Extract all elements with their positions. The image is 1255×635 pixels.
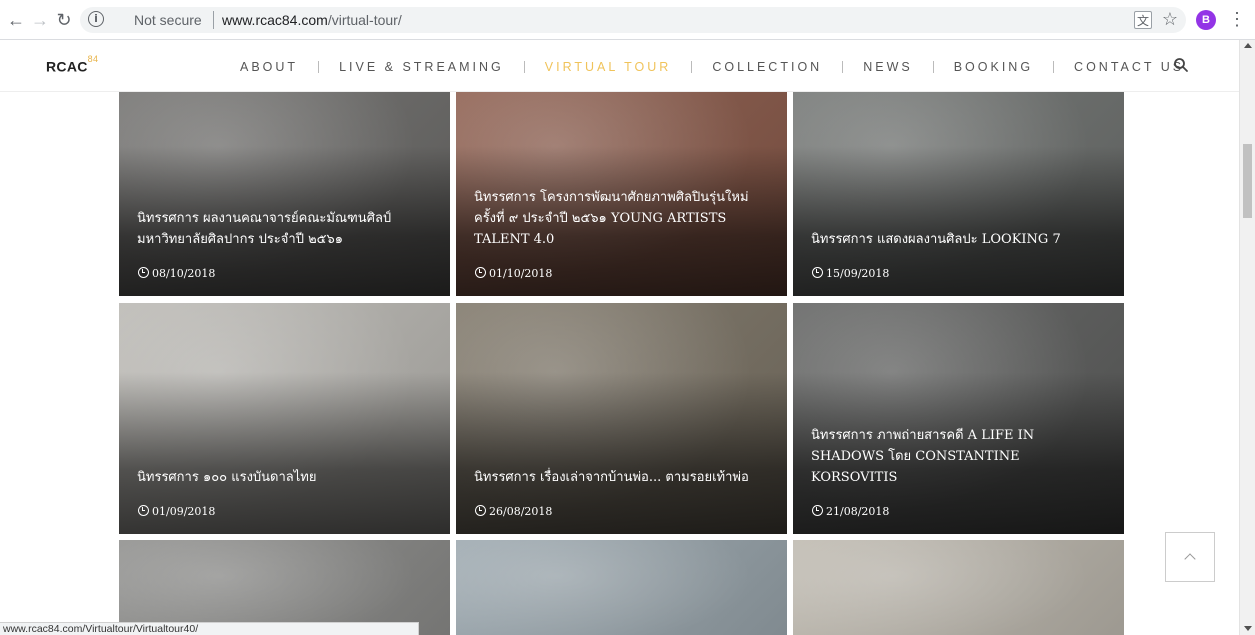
- omnibox-divider: [213, 11, 214, 29]
- card-title[interactable]: นิทรรศการ เรื่องเล่าจากบ้านพ่อ... ตามรอย…: [474, 467, 773, 488]
- back-to-top-button[interactable]: [1165, 532, 1215, 582]
- card-date: 08/10/2018: [138, 267, 215, 280]
- nav-divider: [842, 61, 844, 73]
- card-date: 15/09/2018: [812, 267, 889, 280]
- not-secure-label: Not secure: [134, 12, 202, 28]
- card-date: 26/08/2018: [475, 505, 552, 518]
- tour-card[interactable]: นิทรรศการ เรื่องเล่าจากบ้านพ่อ... ตามรอย…: [456, 303, 787, 534]
- card-title[interactable]: นิทรรศการ แสดงผลงานศิลปะ LOOKING 7: [811, 229, 1110, 250]
- nav-divider: [318, 61, 320, 73]
- address-bar[interactable]: i Not secure www.rcac84.com/virtual-tour…: [80, 7, 1186, 33]
- nav-divider: [932, 61, 934, 73]
- tour-card[interactable]: นิทรรศการ โครงการพัฒนาศักยภาพศิลปินรุ่นใ…: [456, 92, 787, 296]
- card-date: 01/09/2018: [138, 505, 215, 518]
- nav-item-about[interactable]: ABOUT: [240, 60, 298, 74]
- scroll-up-arrow-icon[interactable]: [1244, 43, 1252, 48]
- logo-text: RCAC: [46, 58, 88, 75]
- clock-icon: [138, 505, 149, 516]
- nav-item-collection[interactable]: COLLECTION: [712, 60, 822, 74]
- profile-avatar[interactable]: B: [1196, 10, 1216, 30]
- url-text[interactable]: www.rcac84.com/virtual-tour/: [222, 12, 402, 28]
- nav-item-news[interactable]: NEWS: [863, 60, 913, 74]
- card-date-text: 08/10/2018: [152, 267, 216, 280]
- tour-thumbnail: [793, 540, 1124, 635]
- card-date-text: 26/08/2018: [489, 505, 553, 518]
- tour-card[interactable]: [119, 540, 450, 635]
- card-date-text: 01/09/2018: [152, 505, 216, 518]
- nav-divider: [691, 61, 693, 73]
- scroll-down-arrow-icon[interactable]: [1244, 626, 1252, 631]
- chevron-up-icon: [1184, 553, 1196, 565]
- clock-icon: [812, 267, 823, 278]
- bookmark-star-icon[interactable]: ☆: [1162, 9, 1178, 30]
- clock-icon: [812, 505, 823, 516]
- page-scrollbar[interactable]: [1239, 40, 1255, 635]
- nav-item-virtual-tour[interactable]: VIRTUAL TOUR: [545, 60, 672, 74]
- card-date: 01/10/2018: [475, 267, 552, 280]
- tour-card[interactable]: นิทรรศการ ๑๐๐ แรงบันดาลไทย 01/09/2018: [119, 303, 450, 534]
- tour-card[interactable]: [456, 540, 787, 635]
- translate-icon[interactable]: 文: [1134, 11, 1152, 29]
- clock-icon: [138, 267, 149, 278]
- virtual-tour-grid: นิทรรศการ ผลงานคณาจารย์คณะมัณฑนศิลป์ มหา…: [0, 92, 1239, 635]
- status-bar-url: www.rcac84.com/Virtualtour/Virtualtour40…: [0, 622, 419, 635]
- card-date: 21/08/2018: [812, 505, 889, 518]
- tour-thumbnail: [456, 540, 787, 635]
- card-date-text: 01/10/2018: [489, 267, 553, 280]
- card-title[interactable]: นิทรรศการ ๑๐๐ แรงบันดาลไทย: [137, 467, 436, 488]
- nav-item-contact-us[interactable]: CONTACT US: [1074, 60, 1184, 74]
- main-nav: ABOUT LIVE & STREAMING VIRTUAL TOUR COLLECT…: [240, 59, 1184, 75]
- card-title[interactable]: นิทรรศการ ภาพถ่ายสารคดี A LIFE IN SHADOW…: [811, 425, 1110, 488]
- reload-icon[interactable]: ↻: [54, 10, 74, 30]
- tour-card[interactable]: นิทรรศการ ผลงานคณาจารย์คณะมัณฑนศิลป์ มหา…: [119, 92, 450, 296]
- card-title[interactable]: นิทรรศการ ผลงานคณาจารย์คณะมัณฑนศิลป์ มหา…: [137, 208, 436, 250]
- clock-icon: [475, 267, 486, 278]
- info-icon[interactable]: i: [88, 11, 104, 27]
- search-icon[interactable]: [1173, 57, 1189, 73]
- card-date-text: 21/08/2018: [826, 505, 890, 518]
- tour-card[interactable]: นิทรรศการ แสดงผลงานศิลปะ LOOKING 7 15/09/…: [793, 92, 1124, 296]
- card-title[interactable]: นิทรรศการ โครงการพัฒนาศักยภาพศิลปินรุ่นใ…: [474, 187, 773, 250]
- card-date-text: 15/09/2018: [826, 267, 890, 280]
- logo-superscript: 84: [87, 54, 99, 64]
- nav-item-live-streaming[interactable]: LIVE & STREAMING: [339, 60, 504, 74]
- url-path: /virtual-tour/: [327, 12, 402, 28]
- nav-divider: [523, 61, 525, 73]
- tour-card[interactable]: [793, 540, 1124, 635]
- tour-card[interactable]: นิทรรศการ ภาพถ่ายสารคดี A LIFE IN SHADOW…: [793, 303, 1124, 534]
- site-logo[interactable]: RCAC84: [46, 54, 98, 75]
- browser-menu-icon[interactable]: ⋮: [1228, 8, 1246, 30]
- scroll-thumb[interactable]: [1243, 144, 1252, 218]
- nav-divider: [1053, 61, 1055, 73]
- back-icon[interactable]: ←: [6, 10, 26, 30]
- site-header: RCAC84 ABOUT LIVE & STREAMING VIRTUAL TOUR…: [0, 40, 1239, 92]
- browser-toolbar: ← → ↻ i Not secure www.rcac84.com/virtua…: [0, 0, 1255, 40]
- nav-item-booking[interactable]: BOOKING: [954, 60, 1033, 74]
- clock-icon: [475, 505, 486, 516]
- url-host: www.rcac84.com: [222, 12, 328, 28]
- tour-thumbnail: [119, 540, 450, 635]
- forward-icon[interactable]: →: [30, 10, 50, 30]
